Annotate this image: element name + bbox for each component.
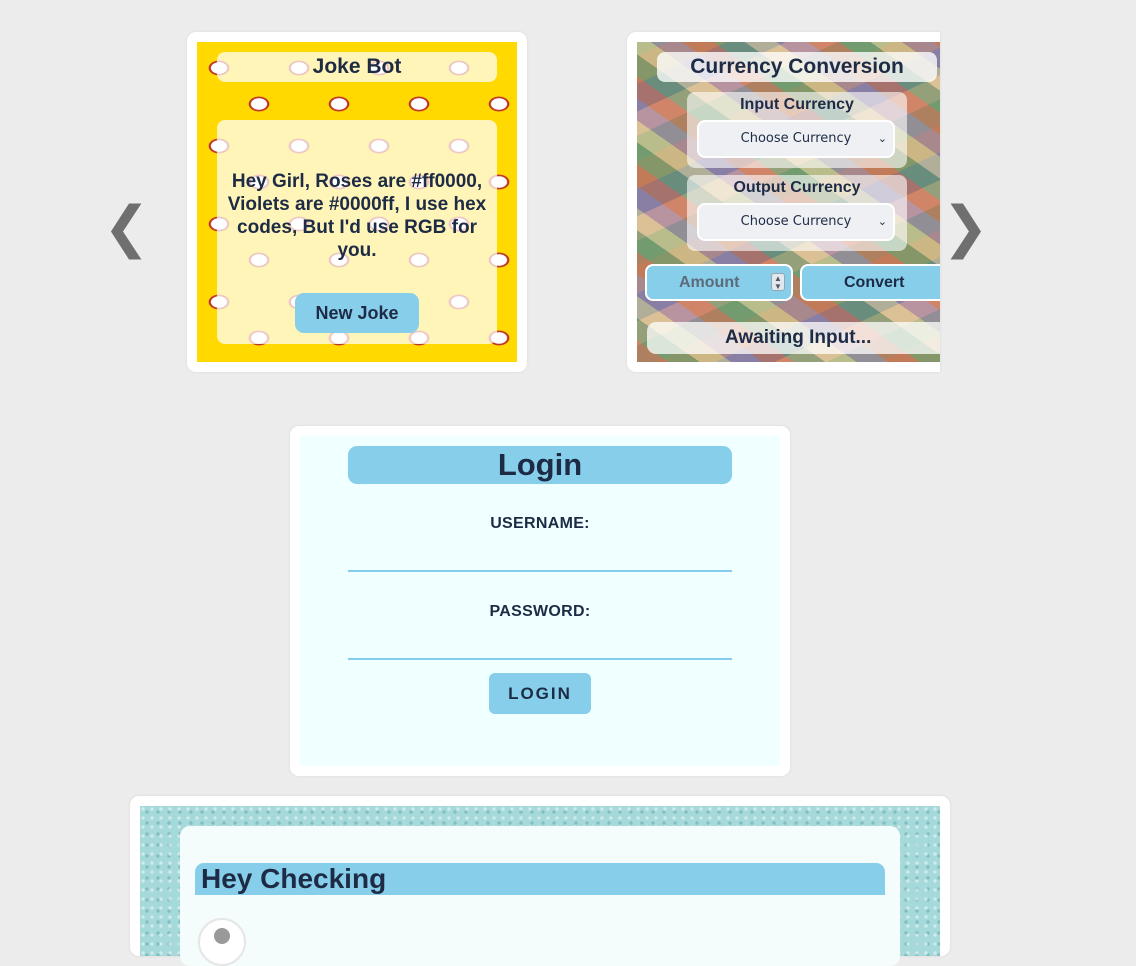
login-panel: Login USERNAME: PASSWORD: LOGIN [300,436,780,766]
joke-text: Hey Girl, Roses are #ff0000, Violets are… [227,171,487,261]
login-button[interactable]: LOGIN [489,673,591,714]
input-currency-select[interactable]: Choose Currency ⌄ [697,120,895,158]
checking-panel: Hey Checking [180,826,900,966]
joke-bot-title: Joke Bot [217,52,497,82]
joke-bot-card: Joke Bot Hey Girl, Roses are #ff0000, Vi… [187,32,527,372]
avatar [198,918,246,966]
checking-background: Hey Checking [140,806,940,966]
number-spinner-icon[interactable]: ▲ ▼ [771,273,785,291]
amount-placeholder: Amount [679,274,740,291]
convert-button[interactable]: Convert [800,264,940,301]
output-currency-label: Output Currency [733,179,861,196]
username-field[interactable] [348,542,732,572]
input-currency-select-value: Choose Currency [740,131,852,146]
conversion-status: Awaiting Input... [647,322,940,354]
password-field[interactable] [348,630,732,660]
input-currency-group: Input Currency Choose Currency ⌄ [687,92,907,168]
amount-input[interactable]: Amount ▲ ▼ [645,264,793,301]
chevron-down-icon: ⌄ [877,215,887,228]
currency-title: Currency Conversion [657,52,937,82]
output-currency-group: Output Currency Choose Currency ⌄ [687,175,907,251]
carousel-prev-arrow-icon[interactable]: ❮ [103,198,150,258]
login-card: Login USERNAME: PASSWORD: LOGIN [290,426,790,776]
password-label: PASSWORD: [489,603,591,620]
input-currency-label: Input Currency [740,96,854,113]
avatar-head-icon [214,928,230,944]
currency-background: Currency Conversion Input Currency Choos… [637,42,940,362]
checking-card: Hey Checking [130,796,950,966]
carousel-next-arrow-icon[interactable]: ❯ [942,198,989,258]
output-currency-select-value: Choose Currency [740,214,852,229]
username-label: USERNAME: [490,515,590,532]
joke-bot-background: Joke Bot Hey Girl, Roses are #ff0000, Vi… [197,42,517,362]
checking-title: Hey Checking [195,863,885,895]
output-currency-select[interactable]: Choose Currency ⌄ [697,203,895,241]
currency-conversion-card: Currency Conversion Input Currency Choos… [627,32,940,372]
login-title: Login [348,446,732,484]
new-joke-button[interactable]: New Joke [295,293,419,333]
joke-body-panel: Hey Girl, Roses are #ff0000, Violets are… [217,120,497,344]
chevron-down-icon: ⌄ [877,132,887,145]
